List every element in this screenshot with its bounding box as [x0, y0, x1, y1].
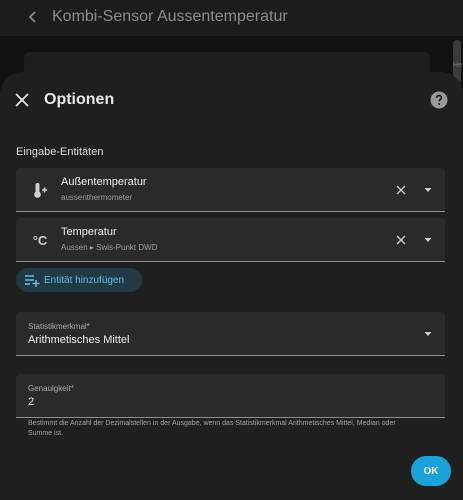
chevron-down-icon — [424, 332, 432, 336]
entity-row-aussentemperatur[interactable]: Außentemperatur aussenthermometer — [16, 168, 445, 212]
precision-label: Genauigkeit* — [28, 384, 74, 393]
dialog-title: Optionen — [44, 91, 115, 108]
entity-dropdown-button[interactable] — [420, 232, 436, 248]
playlist-plus-icon — [24, 272, 40, 288]
statistic-label: Statistikmerkmal* — [28, 322, 90, 331]
entity-dropdown-button[interactable] — [420, 182, 436, 198]
close-icon — [15, 93, 29, 107]
statistic-select[interactable]: Statistikmerkmal* Arithmetisches Mittel — [16, 312, 445, 356]
statistic-dropdown[interactable] — [420, 326, 436, 342]
entity-subtitle: Aussen ▸ Swis-Punkt DWD — [61, 243, 158, 252]
celsius-icon: °C — [32, 232, 48, 248]
entity-name: Außentemperatur — [61, 176, 147, 188]
close-button[interactable] — [10, 88, 34, 112]
ok-button[interactable]: OK — [411, 456, 451, 486]
help-button[interactable] — [429, 90, 449, 110]
thermometer-plus-icon — [30, 180, 50, 200]
background-title: Kombi-Sensor Aussentemperatur — [52, 8, 288, 25]
add-entity-label: Entität hinzufügen — [44, 274, 125, 286]
precision-value[interactable]: 2 — [28, 396, 34, 408]
precision-input[interactable]: Genauigkeit* 2 — [16, 374, 445, 418]
precision-helper-text: Bestimmt die Anzahl der Dezimalstellen i… — [28, 420, 396, 437]
input-entities-label: Eingabe-Entitäten — [16, 146, 104, 158]
chevron-down-icon — [424, 188, 432, 192]
entity-row-temperatur[interactable]: °C Temperatur Aussen ▸ Swis-Punkt DWD — [16, 218, 445, 262]
clear-icon — [396, 235, 406, 245]
clear-entity-button[interactable] — [393, 232, 409, 248]
entity-name: Temperatur — [61, 226, 117, 238]
background-scroll-hint: He — [453, 62, 462, 69]
statistic-value: Arithmetisches Mittel — [28, 334, 130, 346]
entity-subtitle: aussenthermometer — [61, 193, 133, 202]
background-header: Kombi-Sensor Aussentemperatur — [0, 0, 463, 36]
clear-icon — [396, 185, 406, 195]
add-entity-button[interactable]: Entität hinzufügen — [16, 268, 142, 292]
help-icon — [430, 91, 448, 109]
options-dialog: Optionen Eingabe-Entitäten Außentemperat… — [0, 72, 463, 500]
back-icon[interactable] — [24, 7, 42, 27]
chevron-down-icon — [424, 238, 432, 242]
clear-entity-button[interactable] — [393, 182, 409, 198]
